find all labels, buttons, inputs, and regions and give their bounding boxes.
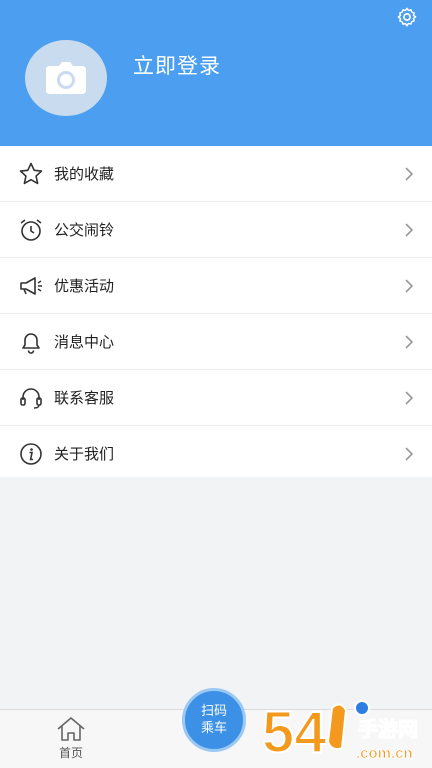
tab-home[interactable]: 首页: [42, 716, 100, 766]
scan-label-line1: 扫码: [200, 704, 227, 719]
scan-label-line2: 乘车: [200, 721, 227, 736]
watermark-logo: 54 手游网 .com.cn: [261, 699, 419, 766]
tab-home-label: 首页: [58, 746, 83, 760]
menu-item-label: 联系客服: [54, 389, 115, 407]
menu-item-promotions[interactable]: 优惠活动: [0, 258, 432, 314]
menu-item-label: 我的收藏: [54, 165, 115, 183]
chevron-right-icon: [405, 167, 414, 181]
star-icon: [19, 162, 43, 185]
info-icon: [20, 443, 42, 465]
menu-item-label: 公交闹铃: [54, 221, 115, 239]
scan-to-ride-button[interactable]: 扫码 乘车: [182, 688, 246, 752]
camera-icon: [46, 62, 86, 94]
bell-icon: [22, 333, 40, 354]
profile-header: 立即登录: [0, 0, 432, 146]
chevron-right-icon: [405, 447, 414, 461]
menu-item-label: 消息中心: [54, 333, 115, 351]
alarm-clock-icon: [20, 219, 42, 241]
avatar[interactable]: [25, 40, 107, 116]
chevron-right-icon: [405, 335, 414, 349]
watermark-brand-text: 手游网: [358, 717, 418, 741]
chevron-right-icon: [405, 391, 414, 405]
login-link[interactable]: 立即登录: [133, 50, 221, 80]
menu-item-favorites[interactable]: 我的收藏: [0, 146, 432, 202]
headset-icon: [20, 388, 42, 409]
menu-item-bus-alarm[interactable]: 公交闹铃: [0, 202, 432, 258]
menu-item-about-us[interactable]: 关于我们: [0, 426, 432, 481]
home-icon: [57, 717, 85, 741]
chevron-right-icon: [405, 223, 414, 237]
menu-item-label: 优惠活动: [54, 277, 115, 295]
menu-item-label: 关于我们: [54, 445, 115, 463]
menu-item-customer-service[interactable]: 联系客服: [0, 370, 432, 426]
menu-list: 我的收藏 公交闹铃 优惠活动 消息中心 联系客服 关于我们: [0, 146, 432, 477]
chevron-right-icon: [405, 279, 414, 293]
watermark-domain: .com.cn: [356, 745, 413, 762]
watermark-number: 54: [262, 700, 327, 765]
menu-item-messages[interactable]: 消息中心: [0, 314, 432, 370]
gear-icon[interactable]: [396, 6, 418, 28]
megaphone-icon: [20, 277, 42, 295]
